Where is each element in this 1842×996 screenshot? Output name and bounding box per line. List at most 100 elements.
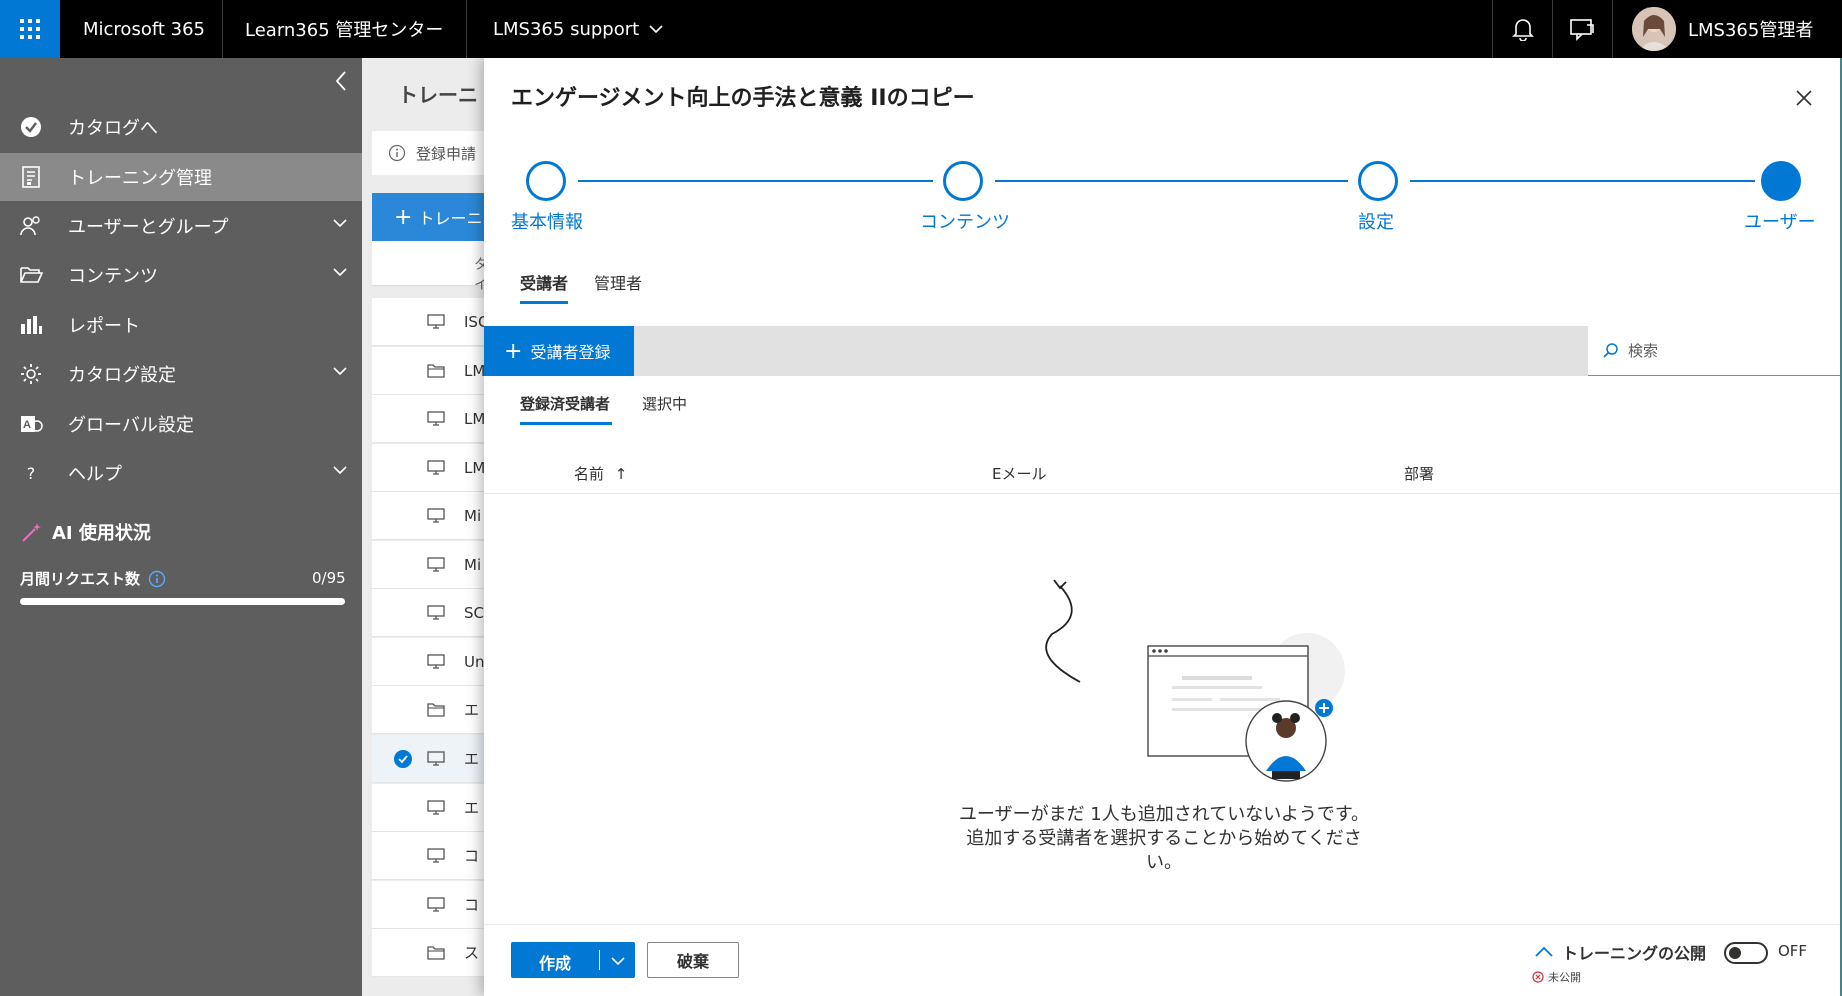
list-item-title: Mi	[464, 506, 482, 525]
column-department[interactable]: 部署	[1404, 463, 1434, 484]
list-item[interactable]: エ	[372, 735, 487, 783]
monthly-requests: 月間リクエスト数	[20, 568, 166, 589]
step-2-label[interactable]: コンテンツ	[920, 208, 1010, 234]
step-3-label[interactable]: 設定	[1358, 208, 1394, 234]
list-item[interactable]: ISC	[372, 298, 487, 346]
divider	[484, 924, 1840, 925]
publish-toggle[interactable]	[1724, 942, 1768, 964]
list-item-title: LM	[464, 458, 486, 477]
list-item[interactable]: LM	[372, 395, 487, 443]
sidebar-item-label: ヘルプ	[68, 464, 122, 485]
publish-toggle-section[interactable]: トレーニングの公開	[1534, 940, 1706, 964]
sidebar-item-help[interactable]: ? ヘルプ	[0, 449, 362, 497]
step-3-circle[interactable]	[1358, 161, 1398, 201]
sidebar-item-users[interactable]: ユーザーとグループ	[0, 202, 362, 250]
sidebar-item-label: トレーニング管理	[68, 168, 212, 189]
sidebar-item-global-settings[interactable]: A グローバル設定	[0, 400, 362, 448]
list-item[interactable]: エ	[372, 784, 487, 832]
avatar	[1632, 7, 1676, 51]
monitor-icon	[427, 411, 445, 426]
plus-icon: +	[394, 204, 413, 230]
monitor-icon	[427, 654, 445, 669]
list-item[interactable]: エ	[372, 686, 487, 734]
list-item-title: エ	[464, 701, 480, 719]
list-item[interactable]: コ	[372, 832, 487, 880]
top-bar: Microsoft 365 Learn365 管理センター LMS365 sup…	[0, 0, 1842, 58]
subtab-registered[interactable]: 登録済受講者	[520, 393, 610, 414]
sidebar-item-reports[interactable]: レポート	[0, 301, 362, 349]
column-name[interactable]: 名前 ↑	[574, 463, 627, 484]
close-icon[interactable]	[1792, 86, 1816, 110]
checkmark-circle-icon[interactable]	[394, 750, 412, 768]
step-connector	[995, 180, 1348, 182]
tab-managers[interactable]: 管理者	[594, 270, 642, 294]
step-2-circle[interactable]	[943, 161, 983, 201]
admin-center-title[interactable]: Learn365 管理センター	[245, 0, 443, 58]
list-item-title: ISC	[464, 312, 486, 331]
column-name-label: 名前	[574, 465, 605, 483]
app-launcher-button[interactable]	[0, 0, 60, 58]
tab-learners[interactable]: 受講者	[520, 270, 568, 294]
monitor-icon	[427, 314, 445, 329]
info-banner: 登録申請	[372, 131, 487, 175]
info-icon[interactable]	[148, 570, 166, 588]
list-item[interactable]: Mi	[372, 541, 487, 589]
step-4-circle[interactable]	[1761, 161, 1801, 201]
monitor-icon	[427, 460, 445, 475]
list-item[interactable]: LM	[372, 347, 487, 395]
collapse-nav-icon[interactable]	[334, 70, 348, 92]
monitor-icon	[427, 508, 445, 523]
search-placeholder: 検索	[1628, 342, 1659, 360]
column-email[interactable]: Eメール	[992, 463, 1046, 484]
sidebar-item-training[interactable]: トレーニング管理	[0, 153, 362, 201]
sidebar-item-content[interactable]: コンテンツ	[0, 251, 362, 299]
notifications-button[interactable]	[1494, 0, 1552, 58]
users-icon	[18, 213, 44, 239]
magic-wand-icon	[22, 523, 41, 542]
sidebar-item-catalog[interactable]: カタログへ	[0, 103, 362, 151]
monitor-icon	[427, 800, 445, 815]
sort-ascending-icon: ↑	[614, 465, 628, 483]
step-4-label[interactable]: ユーザー	[1744, 208, 1816, 234]
subtab-selected[interactable]: 選択中	[642, 393, 687, 414]
list-item[interactable]: SC	[372, 589, 487, 637]
discard-button[interactable]: 破棄	[647, 942, 739, 978]
sidebar-item-label: コンテンツ	[68, 266, 158, 287]
info-icon	[388, 144, 406, 162]
chevron-down-icon[interactable]	[611, 956, 625, 966]
gear-icon	[18, 361, 44, 387]
list-item[interactable]: コ	[372, 881, 487, 929]
app-name[interactable]: Microsoft 365	[83, 0, 205, 58]
tenant-selector[interactable]: LMS365 support	[493, 0, 663, 58]
folder-icon	[427, 946, 445, 960]
folder-icon	[427, 703, 445, 717]
new-training-button[interactable]: + トレーニ	[372, 193, 487, 241]
publish-status: 未公開	[1532, 969, 1581, 985]
svg-text:A: A	[23, 419, 31, 431]
ai-usage-section: AI 使用状況	[20, 519, 151, 545]
training-icon	[18, 164, 44, 190]
sidebar-item-catalog-settings[interactable]: カタログ設定	[0, 350, 362, 398]
step-1-label[interactable]: 基本情報	[511, 208, 583, 234]
sidebar-item-label: カタログへ	[68, 118, 158, 139]
folder-icon	[18, 262, 44, 288]
step-1-circle[interactable]	[526, 161, 566, 201]
list-item[interactable]: Mi	[372, 492, 487, 540]
feedback-button[interactable]	[1553, 0, 1611, 58]
divider	[484, 493, 1840, 494]
create-button[interactable]: 作成	[511, 942, 635, 978]
list-item-title: エ	[464, 750, 480, 768]
search-box[interactable]: 検索	[1588, 326, 1840, 376]
left-nav: カタログへ トレーニング管理 ユーザーとグループ コンテンツ レポート カタログ…	[0, 58, 362, 996]
list-item[interactable]: ス	[372, 929, 487, 977]
sidebar-item-label: ユーザーとグループ	[68, 217, 229, 238]
empty-state-illustration	[1045, 579, 1345, 782]
info-text: 登録申請	[416, 144, 477, 163]
help-icon: ?	[26, 463, 36, 483]
add-learner-button[interactable]: + 受講者登録	[484, 326, 634, 376]
create-label: 作成	[539, 954, 572, 973]
list-item[interactable]: LM	[372, 444, 487, 492]
chevron-down-icon	[333, 268, 347, 277]
account-button[interactable]: LMS365管理者	[1632, 0, 1813, 58]
list-item[interactable]: Un	[372, 638, 487, 686]
